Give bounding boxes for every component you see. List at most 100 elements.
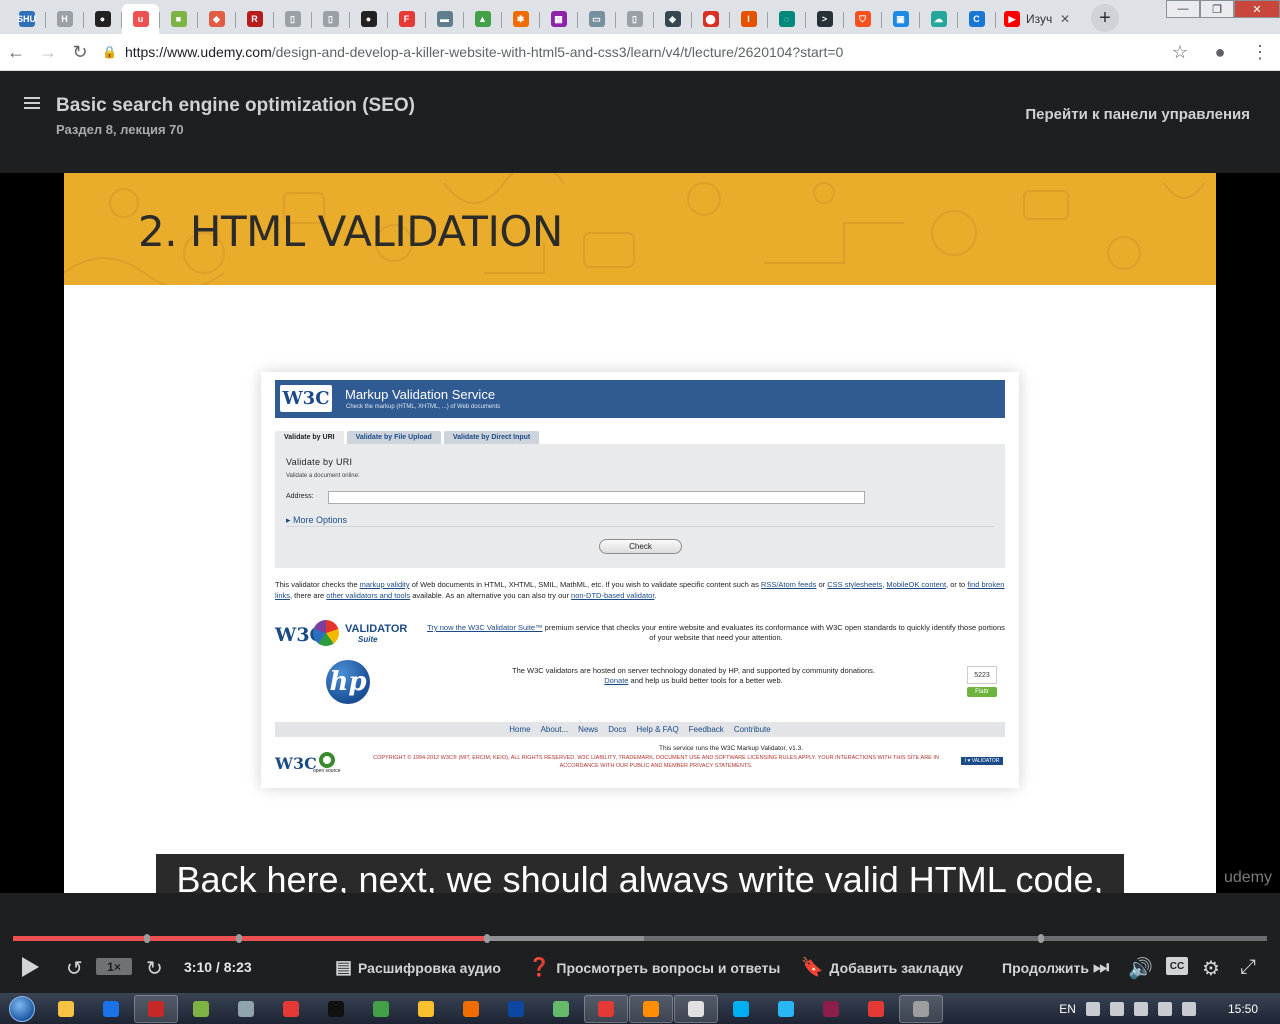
taskbar-app[interactable]: [404, 995, 448, 1023]
green-box-icon: ■: [170, 11, 187, 27]
browser-tab[interactable]: H: [46, 4, 84, 34]
browser-tab[interactable]: ▯: [274, 4, 312, 34]
browser-tab[interactable]: ◈: [654, 4, 692, 34]
chapter-marker[interactable]: [235, 934, 242, 943]
language-indicator[interactable]: EN: [1059, 1002, 1076, 1016]
browser-tab[interactable]: ▯: [616, 4, 654, 34]
progress-bar[interactable]: [13, 934, 1267, 943]
browser-tab[interactable]: ▣: [882, 4, 920, 34]
browser-tab[interactable]: ▯: [312, 4, 350, 34]
bookmark-star-icon[interactable]: ☆: [1160, 42, 1200, 63]
taskbar-app[interactable]: [854, 995, 898, 1023]
browser-tab[interactable]: ▭: [578, 4, 616, 34]
taskbar-app[interactable]: [269, 995, 313, 1023]
back-button[interactable]: ←: [0, 36, 32, 68]
chrome-icon: [868, 1000, 884, 1017]
w3c-tab-uri: Validate by URI: [275, 431, 344, 444]
doc-icon: ▯: [284, 11, 301, 27]
taskbar-app[interactable]: [134, 994, 178, 1023]
qa-button[interactable]: ❓ Просмотреть вопросы и ответы: [528, 957, 780, 978]
chapter-marker[interactable]: [1038, 934, 1045, 943]
taskbar-app[interactable]: [89, 995, 133, 1023]
browser-tab[interactable]: ◌: [768, 4, 806, 34]
taskbar-app[interactable]: [764, 995, 808, 1023]
lecture-title: Basic search engine optimization (SEO): [56, 95, 415, 116]
suite-body: premium service that checks your entire …: [542, 623, 1005, 642]
browser-tab[interactable]: R: [236, 4, 274, 34]
taskbar-app[interactable]: [809, 995, 853, 1023]
browser-tab[interactable]: ●: [84, 4, 122, 34]
browser-tab[interactable]: ✱: [502, 4, 540, 34]
bookmark-button[interactable]: 🔖 Добавить закладку: [801, 957, 963, 978]
browser-tab[interactable]: ▲: [464, 4, 502, 34]
browser-tab[interactable]: ◆: [198, 4, 236, 34]
volume-icon[interactable]: 🔊: [1128, 956, 1153, 981]
taskbar-app[interactable]: [899, 994, 943, 1023]
start-button[interactable]: [0, 993, 44, 1024]
browser-tab[interactable]: u: [122, 4, 160, 34]
taskbar-app[interactable]: [359, 995, 403, 1023]
close-tab-icon[interactable]: ✕: [1060, 12, 1070, 26]
clock[interactable]: 15:50: [1228, 1002, 1258, 1016]
browser-tab[interactable]: ▦: [540, 4, 578, 34]
mail-icon[interactable]: [1085, 1001, 1100, 1016]
taskbar-app[interactable]: [449, 995, 493, 1023]
chapter-marker[interactable]: [144, 934, 151, 943]
browser-tab[interactable]: I: [730, 4, 768, 34]
video-player[interactable]: 2. HTML VALIDATION W3C Markup Validation…: [0, 173, 1280, 893]
play-icon[interactable]: [22, 957, 39, 977]
pin-icon: I: [740, 11, 757, 27]
network-icon[interactable]: [1109, 1001, 1124, 1016]
browser-tab[interactable]: SHU: [8, 4, 46, 34]
browser-tab[interactable]: >: [806, 4, 844, 34]
browser-tab[interactable]: ■: [160, 4, 198, 34]
browser-tab[interactable]: ●: [350, 4, 388, 34]
transcript-button[interactable]: ▤ Расшифровка аудио: [335, 957, 501, 978]
browser-tab[interactable]: F: [388, 4, 426, 34]
taskbar-app[interactable]: [584, 994, 628, 1023]
curriculum-menu-icon[interactable]: [24, 97, 40, 111]
lock-icon: 🔒: [102, 45, 117, 59]
forward-icon[interactable]: ↻: [146, 956, 163, 981]
flag-icon[interactable]: [1157, 1001, 1172, 1016]
fullscreen-icon[interactable]: ⤢: [1240, 956, 1256, 979]
taskbar-app[interactable]: [44, 995, 88, 1023]
browser-tab[interactable]: ⬤: [692, 4, 730, 34]
close-window-button[interactable]: ✕: [1234, 0, 1280, 18]
go-to-dashboard-link[interactable]: Перейти к панели управления: [1025, 106, 1250, 123]
profile-icon[interactable]: ●: [1200, 42, 1240, 63]
browser-tab-youtube[interactable]: ▶ Изуч ✕: [996, 4, 1076, 34]
volume-icon[interactable]: [1133, 1001, 1148, 1016]
continue-button[interactable]: Продолжить ⏭: [1002, 957, 1109, 978]
browser-tab[interactable]: ⛉: [844, 4, 882, 34]
taskbar-app[interactable]: [224, 995, 268, 1023]
forward-button[interactable]: →: [32, 36, 64, 68]
chapter-marker[interactable]: [484, 934, 490, 943]
taskbar-app[interactable]: [314, 995, 358, 1023]
address-bar[interactable]: 🔒 https://www.udemy.com/design-and-devel…: [102, 37, 1152, 67]
playback-speed-button[interactable]: 1×: [96, 958, 132, 975]
minimize-button[interactable]: —: [1166, 0, 1200, 18]
taskbar-app[interactable]: [629, 994, 673, 1023]
new-tab-button[interactable]: +: [1091, 4, 1119, 32]
browser-tab[interactable]: C: [958, 4, 996, 34]
taskbar-app[interactable]: [179, 995, 223, 1023]
taskbar-app[interactable]: [674, 994, 718, 1023]
browser-tab[interactable]: ☁: [920, 4, 958, 34]
maximize-button[interactable]: ❐: [1200, 0, 1234, 18]
menu-kebab-icon[interactable]: ⋮: [1240, 42, 1280, 63]
taskbar-app[interactable]: [539, 995, 583, 1023]
sublime-icon: [643, 1000, 659, 1017]
suite-logo-validator: VALIDATOR: [345, 623, 408, 635]
browser-tab[interactable]: ▬: [426, 4, 464, 34]
settings-gear-icon[interactable]: ⚙: [1202, 956, 1220, 981]
taskbar-app[interactable]: [494, 995, 538, 1023]
w3c-description: This validator checks the markup validit…: [275, 579, 1005, 601]
w3c-service-title: Markup Validation Service: [345, 387, 496, 402]
reload-button[interactable]: ↻: [64, 36, 96, 68]
w3c-divider: [286, 526, 994, 527]
wifi-icon[interactable]: [1181, 1001, 1196, 1016]
captions-button[interactable]: CC: [1166, 957, 1188, 975]
rewind-icon[interactable]: ↺: [66, 956, 83, 981]
taskbar-app[interactable]: [719, 995, 763, 1023]
